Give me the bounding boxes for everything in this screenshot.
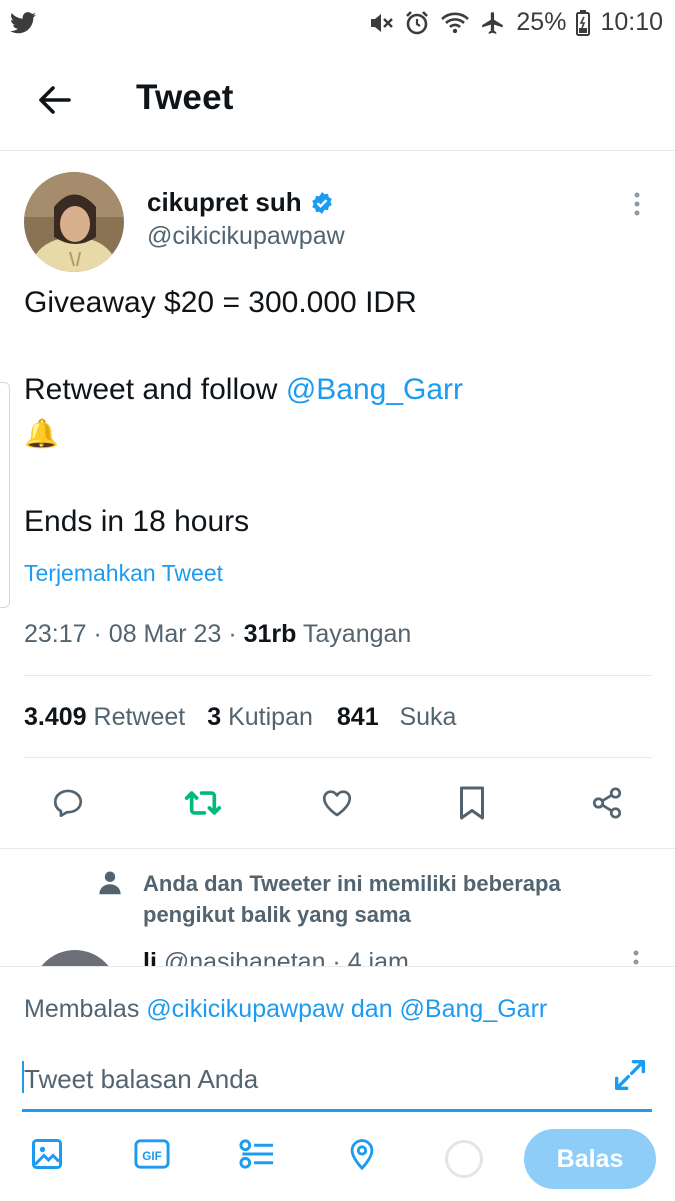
reply-preview[interactable]: li @nasihanetan · 4 jam bbox=[0, 946, 675, 966]
retweets-stat[interactable]: 3.409 Retweet bbox=[24, 703, 185, 732]
bookmark-button[interactable] bbox=[447, 775, 497, 831]
person-icon bbox=[95, 868, 125, 898]
like-button[interactable] bbox=[312, 775, 362, 831]
character-count-ring bbox=[445, 1140, 483, 1178]
edge-panel-handle[interactable] bbox=[0, 382, 10, 608]
bell-emoji: 🔔 bbox=[24, 418, 59, 449]
tweet-meta: 23:17 · 08 Mar 23 · 31rb Tayangan bbox=[24, 620, 412, 648]
tweet-date[interactable]: 08 Mar 23 bbox=[109, 620, 222, 648]
reply-input[interactable] bbox=[24, 1061, 624, 1097]
meta-divider bbox=[24, 675, 652, 676]
expand-composer-button[interactable] bbox=[610, 1055, 650, 1095]
views-count: 31rb bbox=[243, 620, 297, 648]
tweet-line-2: Retweet and follow @Bang_Garr bbox=[24, 372, 463, 408]
engagement-stats: 3.409 Retweet 3 Kutipan 841 Suka bbox=[24, 703, 456, 732]
verified-badge-icon bbox=[311, 191, 332, 214]
tweet-line-2-text: Retweet and follow bbox=[24, 373, 286, 406]
status-bar: 25% 10:10 bbox=[0, 0, 675, 50]
input-underline bbox=[22, 1109, 652, 1112]
battery-percent: 25% bbox=[516, 8, 567, 36]
image-icon bbox=[32, 1139, 62, 1169]
alarm-icon bbox=[406, 10, 429, 34]
reply-more-icon bbox=[633, 950, 639, 965]
more-options-button[interactable] bbox=[622, 190, 652, 220]
back-button[interactable] bbox=[32, 78, 76, 122]
replying-to-user-2[interactable]: @Bang_Garr bbox=[400, 995, 548, 1023]
tweet-actions bbox=[0, 775, 675, 835]
tweet-time[interactable]: 23:17 bbox=[24, 620, 87, 648]
expand-arrows-icon bbox=[615, 1060, 645, 1090]
twitter-bird-icon bbox=[10, 12, 36, 34]
reply-author-name: li bbox=[143, 948, 157, 966]
status-icons: 25% 10:10 bbox=[368, 8, 663, 37]
add-gif-button[interactable]: GIF bbox=[130, 1132, 174, 1176]
add-image-button[interactable] bbox=[25, 1132, 69, 1176]
actions-divider bbox=[0, 848, 675, 849]
text-cursor bbox=[22, 1061, 24, 1093]
quotes-stat[interactable]: 3 Kutipan bbox=[207, 703, 313, 732]
wifi-icon bbox=[441, 12, 470, 33]
page-title: Tweet bbox=[136, 78, 234, 117]
share-button[interactable] bbox=[582, 775, 632, 831]
share-icon bbox=[592, 787, 622, 819]
more-vertical-icon bbox=[634, 192, 640, 216]
reply-age: 4 jam bbox=[347, 948, 409, 966]
display-name-row[interactable]: cikupret suh bbox=[147, 187, 334, 218]
reply-icon bbox=[53, 789, 83, 818]
user-handle[interactable]: @cikicikupawpaw bbox=[147, 222, 345, 251]
tweet-line-3: Ends in 18 hours bbox=[24, 505, 250, 538]
heart-icon bbox=[322, 790, 352, 817]
header-divider bbox=[0, 150, 675, 151]
likes-stat[interactable]: 841 Suka bbox=[337, 703, 457, 732]
replying-to: Membalas @cikicikupawpaw dan @Bang_Garr bbox=[24, 995, 548, 1023]
poll-list-icon bbox=[239, 1139, 274, 1169]
add-poll-button[interactable] bbox=[235, 1132, 279, 1176]
mention-link[interactable]: @Bang_Garr bbox=[286, 373, 463, 406]
arrow-left-icon bbox=[39, 86, 71, 114]
add-location-button[interactable] bbox=[340, 1132, 384, 1176]
views-label: Tayangan bbox=[302, 620, 412, 648]
clock-time: 10:10 bbox=[600, 8, 663, 36]
retweet-icon bbox=[184, 791, 222, 815]
avatar[interactable] bbox=[24, 172, 124, 272]
reply-composer: Membalas @cikicikupawpaw dan @Bang_Garr … bbox=[0, 966, 675, 1201]
location-pin-icon bbox=[350, 1139, 374, 1171]
bookmark-icon bbox=[460, 786, 484, 820]
gif-icon: GIF bbox=[134, 1139, 170, 1169]
reply-avatar bbox=[32, 950, 118, 966]
reply-author-handle: @nasihanetan bbox=[163, 948, 326, 966]
battery-icon bbox=[576, 9, 591, 36]
mutual-followers-note: Anda dan Tweeter ini memiliki beberapa p… bbox=[143, 871, 561, 927]
retweet-button[interactable] bbox=[178, 775, 228, 831]
translate-link[interactable]: Terjemahkan Tweet bbox=[24, 560, 223, 587]
reply-submit-button[interactable]: Balas bbox=[524, 1129, 656, 1189]
vibrate-mute-icon bbox=[371, 13, 394, 32]
reply-button[interactable] bbox=[43, 775, 93, 831]
tweet-line-1: Giveaway $20 = 300.000 IDR bbox=[24, 286, 417, 319]
replying-to-user-1[interactable]: @cikicikupawpaw bbox=[146, 995, 344, 1023]
stats-divider bbox=[24, 757, 652, 758]
display-name[interactable]: cikupret suh bbox=[147, 187, 302, 218]
avatar-photo bbox=[24, 172, 124, 272]
airplane-mode-icon bbox=[482, 11, 504, 34]
reply-header: li @nasihanetan · 4 jam bbox=[143, 948, 409, 966]
gif-label: GIF bbox=[142, 1150, 161, 1163]
